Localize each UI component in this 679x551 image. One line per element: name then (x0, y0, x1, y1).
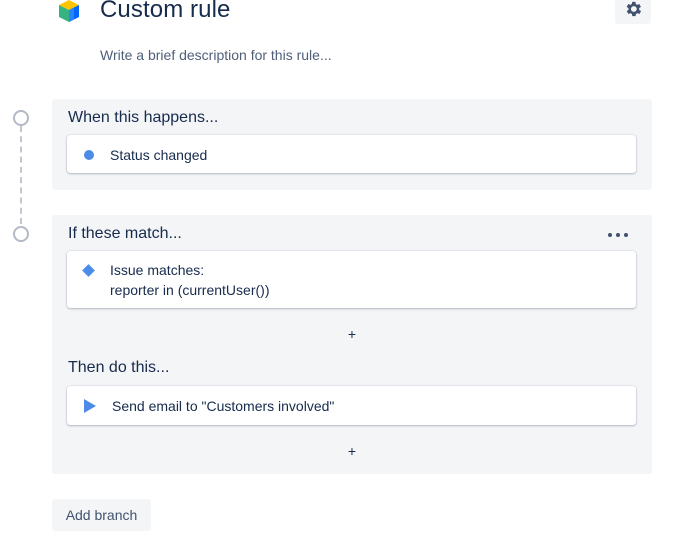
rule-editor: Custom rule Write a brief description fo… (0, 0, 679, 551)
condition-card-text: Issue matches: reporter in (currentUser(… (110, 260, 269, 300)
add-branch-button[interactable]: Add branch (52, 499, 151, 531)
add-condition-button[interactable]: + (342, 326, 362, 342)
rule-description-field[interactable]: Write a brief description for this rule.… (100, 47, 332, 63)
trigger-card-label: Status changed (110, 147, 208, 163)
condition-card[interactable]: Issue matches: reporter in (currentUser(… (67, 251, 636, 308)
condition-heading: If these match... (68, 225, 182, 242)
action-card[interactable]: Send email to "Customers involved" (67, 386, 636, 425)
more-icon[interactable] (608, 227, 628, 243)
timeline-node-trigger (13, 110, 29, 126)
rule-title[interactable]: Custom rule (100, 0, 230, 24)
trigger-heading: When this happens... (68, 109, 219, 126)
diamond-icon (82, 264, 95, 277)
trigger-section: When this happens... Status changed (52, 99, 652, 190)
action-card-label: Send email to "Customers involved" (112, 398, 335, 414)
settings-button[interactable] (615, 0, 651, 24)
add-action-button[interactable]: + (342, 443, 362, 459)
trigger-card[interactable]: Status changed (67, 135, 636, 173)
action-heading: Then do this... (68, 359, 170, 376)
condition-section: If these match... Issue matches: reporte… (52, 215, 652, 474)
condition-card-jql: reporter in (currentUser()) (110, 282, 270, 298)
condition-card-title: Issue matches: (110, 262, 205, 278)
automation-cube-icon (56, 0, 82, 24)
timeline-node-condition (13, 226, 29, 242)
play-icon (84, 399, 96, 413)
dot-icon (84, 150, 94, 160)
timeline-connector (20, 126, 22, 224)
gear-icon (626, 1, 642, 17)
